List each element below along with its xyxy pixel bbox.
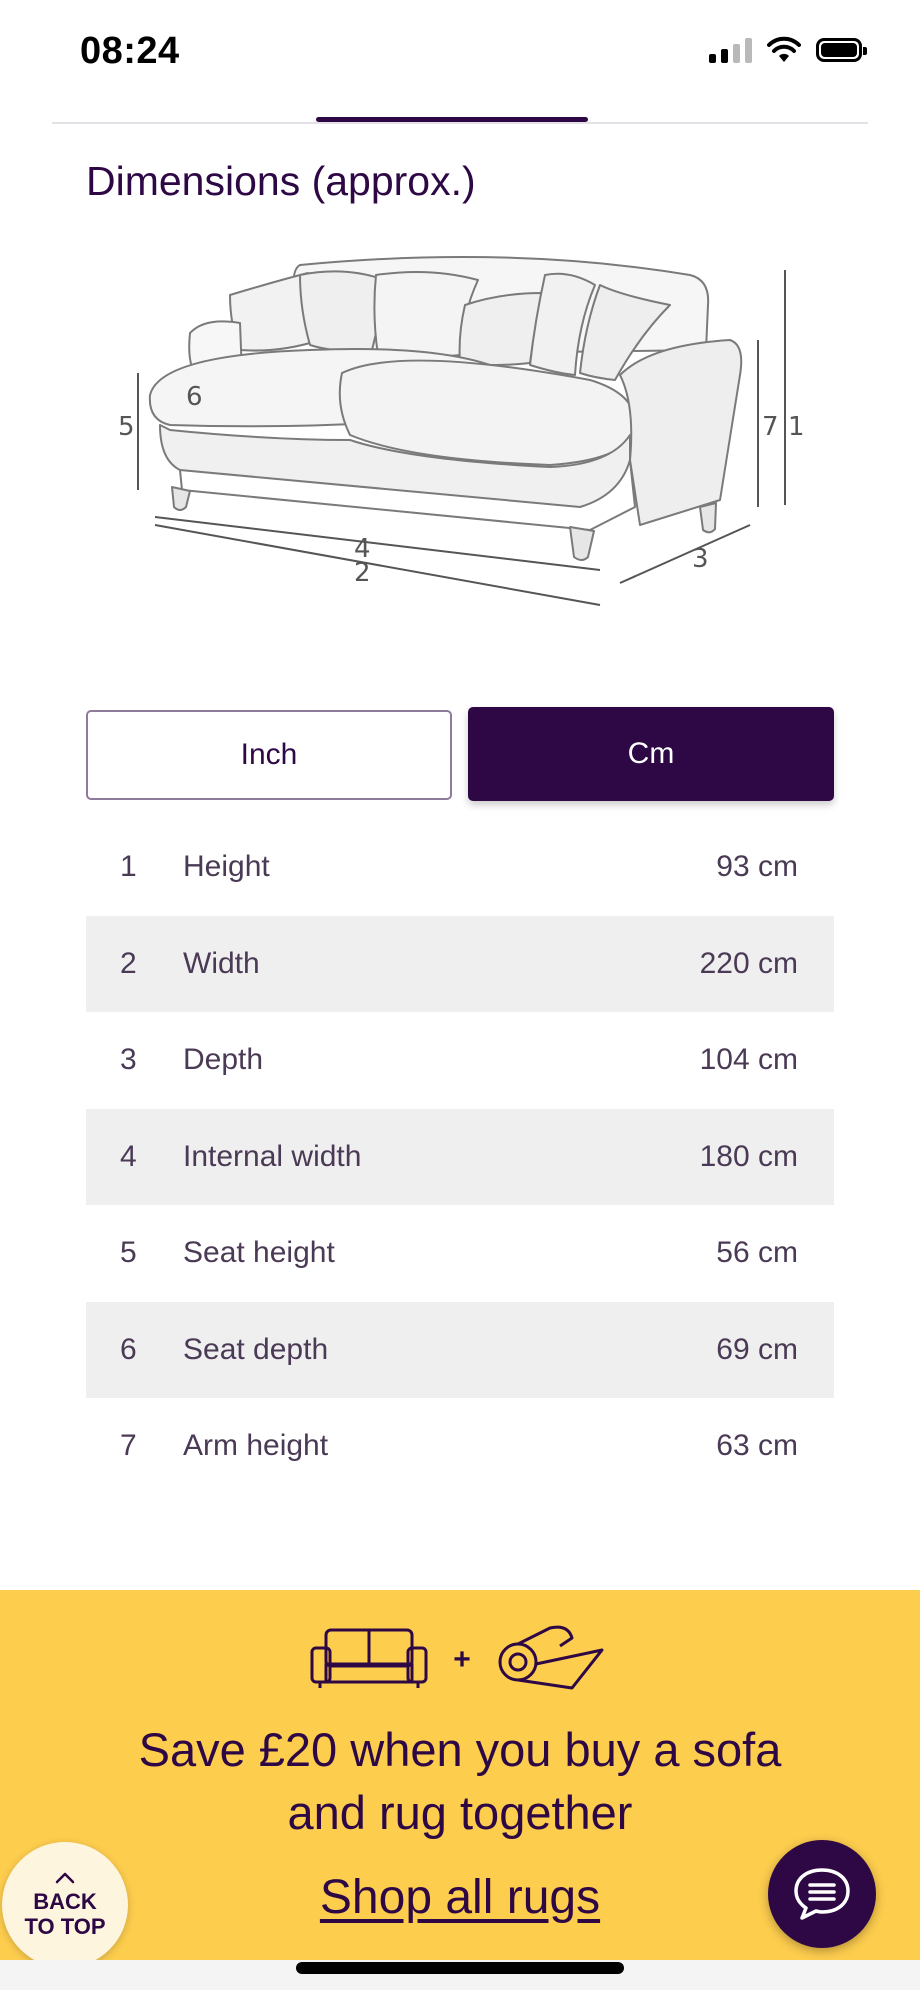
wifi-icon [767,36,801,62]
sofa-icon [310,1628,428,1688]
row-label: Width [183,946,260,980]
chat-button[interactable] [768,1840,876,1948]
row-number: 1 [120,850,137,884]
row-number: 2 [120,946,137,980]
row-number: 7 [120,1429,137,1463]
section-title: Dimensions (approx.) [86,158,476,204]
row-value: 56 cm [716,1236,798,1270]
row-number: 4 [120,1139,137,1173]
row-label: Height [183,850,270,884]
table-row: 5 Seat height 56 cm [86,1205,834,1302]
diagram-label-5: 5 [118,412,135,442]
battery-icon [816,38,867,62]
sofa-dimensions-diagram: 1 2 3 4 5 6 7 [118,256,805,606]
table-row: 3 Depth 104 cm [86,1012,834,1109]
row-number: 6 [120,1332,137,1366]
cellular-signal-icon [709,37,752,63]
unit-toggle: Inch Cm [86,707,834,802]
dimensions-table: 1 Height 93 cm 2 Width 220 cm 3 Depth 10… [86,819,834,1495]
status-bar: 08:24 [0,0,920,100]
status-time: 08:24 [80,30,180,72]
row-label: Internal width [183,1139,362,1173]
row-value: 69 cm [716,1332,798,1366]
promo-plus: + [453,1643,471,1676]
rug-icon [498,1625,604,1690]
back-to-top-line-2: TO TOP [24,1914,106,1939]
row-value: 104 cm [699,1043,798,1077]
row-label: Arm height [183,1429,329,1463]
table-row: 6 Seat depth 69 cm [86,1301,834,1398]
promo-line-2: and rug together [287,1786,633,1839]
row-label: Depth [183,1043,264,1077]
table-row: 7 Arm height 63 cm [86,1398,834,1495]
cm-button[interactable]: Cm [468,707,834,801]
promo-icons: + [310,1625,604,1690]
tab-active-indicator [316,117,588,122]
row-value: 93 cm [716,850,798,884]
diagram-label-4: 4 [354,534,371,564]
status-icons [709,36,867,64]
table-row: 4 Internal width 180 cm [86,1108,834,1205]
back-to-top-line-1: BACK [33,1889,97,1914]
diagram-label-7: 7 [762,412,779,442]
back-to-top-button[interactable]: BACK TO TOP [2,1842,128,1968]
row-label: Seat depth [183,1332,329,1366]
home-indicator [296,1962,624,1974]
diagram-label-6: 6 [186,382,203,412]
tab-divider [52,122,868,124]
promo-line-1: Save £20 when you buy a sofa [138,1723,782,1776]
promo-text: Save £20 when you buy a sofa and rug tog… [0,1718,920,1844]
row-label: Seat height [183,1236,335,1270]
diagram-label-3: 3 [692,544,709,574]
table-row: 2 Width 220 cm [86,915,834,1012]
inch-button[interactable]: Inch [86,710,452,800]
row-number: 3 [120,1043,137,1077]
table-row: 1 Height 93 cm [86,819,834,916]
row-value: 63 cm [716,1429,798,1463]
row-value: 220 cm [699,946,798,980]
chat-icon [794,1868,850,1920]
row-number: 5 [120,1236,137,1270]
diagram-label-1: 1 [788,412,805,442]
chevron-up-icon [55,1872,75,1884]
row-value: 180 cm [699,1139,798,1173]
